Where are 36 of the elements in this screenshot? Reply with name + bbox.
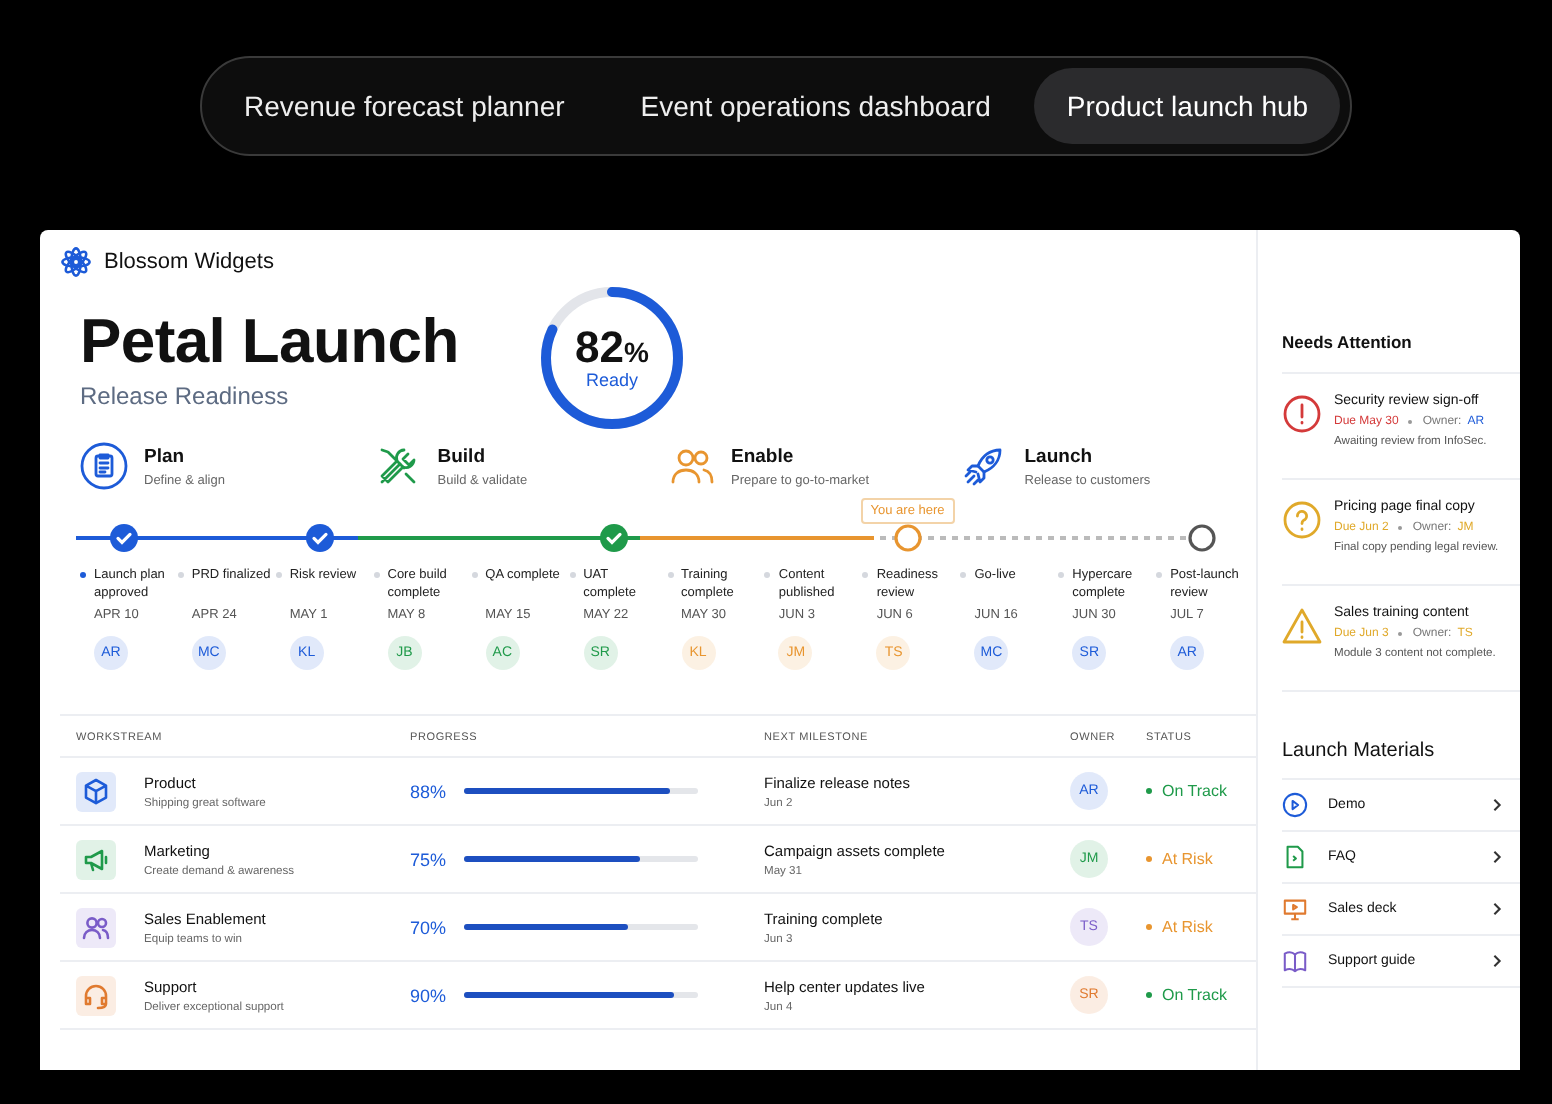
headset-icon bbox=[76, 975, 116, 1015]
section-title: Needs Attention bbox=[1282, 332, 1520, 374]
tab[interactable]: Revenue forecast planner bbox=[211, 68, 597, 144]
tab[interactable]: Product launch hub bbox=[1034, 68, 1341, 144]
percent-sign: % bbox=[624, 336, 649, 368]
phase-name: Enable bbox=[731, 445, 796, 467]
chevron-icon bbox=[1490, 902, 1504, 916]
phase-name: Launch bbox=[1024, 445, 1095, 467]
readiness-value: 82 bbox=[575, 326, 625, 370]
status-label: At Risk bbox=[1162, 918, 1213, 936]
chevron-icon bbox=[1490, 954, 1504, 968]
tab[interactable]: Event operations dashboard bbox=[608, 68, 1023, 144]
presentation-icon bbox=[1282, 896, 1308, 922]
book-icon bbox=[1282, 948, 1308, 974]
progress-percent: 88% bbox=[410, 781, 449, 801]
brand-name: Blossom Widgets bbox=[104, 250, 274, 274]
megaphone-icon bbox=[76, 839, 116, 879]
chevron-icon bbox=[1490, 798, 1504, 812]
progress-percent: 75% bbox=[410, 849, 449, 869]
play-icon bbox=[1282, 792, 1308, 818]
page-subtitle: Release Readiness bbox=[80, 382, 291, 410]
progress-percent: 90% bbox=[410, 985, 449, 1005]
status-label: At Risk bbox=[1162, 850, 1213, 868]
progress-percent: 70% bbox=[410, 917, 449, 937]
chevron-icon bbox=[1490, 850, 1504, 864]
people-icon bbox=[76, 907, 116, 947]
flower-icon bbox=[60, 246, 92, 278]
phase-name: Plan bbox=[144, 445, 187, 467]
status-label: On Track bbox=[1162, 986, 1227, 1004]
readiness-label: Ready bbox=[585, 370, 638, 390]
status-label: On Track bbox=[1162, 782, 1227, 800]
cube-icon bbox=[76, 771, 116, 811]
phase-name: Build bbox=[437, 445, 487, 467]
section-title: Launch Materials bbox=[1282, 740, 1520, 780]
page-title: Petal Launch bbox=[80, 306, 461, 378]
document-icon bbox=[1282, 844, 1308, 870]
